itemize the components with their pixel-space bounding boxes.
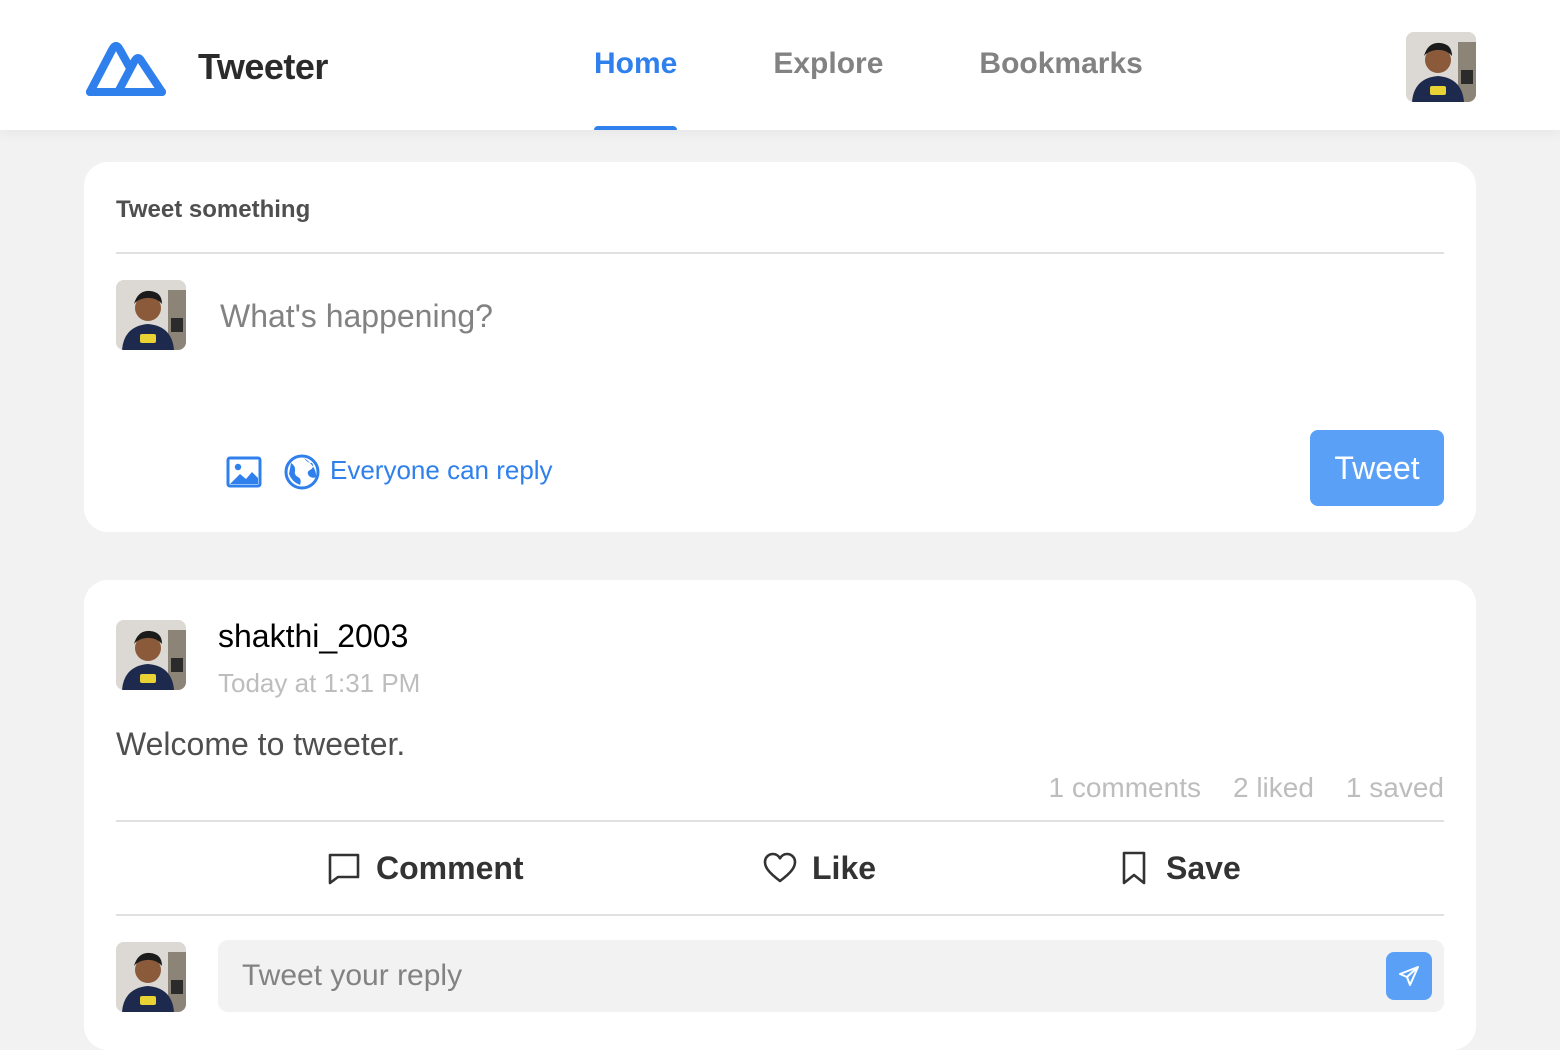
avatar [116, 280, 186, 350]
avatar [116, 942, 186, 1012]
heart-icon [763, 852, 797, 883]
comment-button[interactable]: Comment [326, 822, 524, 914]
post-actions: Comment Like Save [116, 822, 1444, 914]
avatar [1406, 32, 1476, 102]
send-icon [1399, 966, 1419, 986]
nav-bookmarks[interactable]: Bookmarks [979, 0, 1142, 130]
comment-icon [328, 853, 360, 885]
compose-title: Tweet something [116, 196, 311, 223]
compose-card: Tweet something Everyone can reply Tweet [84, 162, 1476, 532]
like-button[interactable]: Like [762, 822, 876, 914]
reply-box [218, 940, 1444, 1012]
send-reply-button[interactable] [1386, 952, 1432, 1000]
save-button[interactable]: Save [1116, 822, 1241, 914]
image-icon[interactable] [224, 452, 264, 492]
tweet-card: shakthi_2003 Today at 1:31 PM Welcome to… [84, 580, 1476, 1050]
brand[interactable]: Tweeter [84, 36, 328, 98]
divider [116, 252, 1444, 254]
compose-avatar [116, 280, 186, 350]
save-label: Save [1166, 849, 1241, 886]
divider [116, 914, 1444, 916]
brand-name: Tweeter [198, 46, 328, 87]
tweet-button[interactable]: Tweet [1310, 430, 1444, 506]
reply-setting[interactable]: Everyone can reply [330, 455, 553, 486]
top-header: Tweeter Home Explore Bookmarks [0, 0, 1560, 130]
logo-icon [86, 42, 166, 96]
saves-count: 1 saved [1345, 772, 1444, 803]
reply-avatar [116, 942, 186, 1012]
author-avatar[interactable] [116, 620, 186, 690]
post-text: Welcome to tweeter. [116, 726, 406, 762]
main-nav: Home Explore Bookmarks [594, 0, 1143, 130]
likes-count: 2 liked [1232, 772, 1314, 803]
author-name[interactable]: shakthi_2003 [218, 618, 408, 655]
compose-input[interactable] [220, 286, 1300, 346]
post-stats: 1 comments 2 liked 1 saved [1048, 772, 1444, 804]
like-label: Like [812, 849, 877, 886]
profile-avatar-button[interactable] [1406, 32, 1476, 102]
avatar [116, 620, 186, 690]
comments-count: 1 comments [1048, 772, 1201, 803]
globe-icon[interactable] [282, 452, 322, 492]
comment-label: Comment [376, 849, 524, 886]
nav-home[interactable]: Home [594, 0, 678, 130]
reply-input[interactable] [242, 952, 1362, 1000]
post-timestamp: Today at 1:31 PM [218, 668, 421, 698]
nav-explore[interactable]: Explore [773, 0, 883, 130]
bookmark-icon [1122, 851, 1146, 885]
